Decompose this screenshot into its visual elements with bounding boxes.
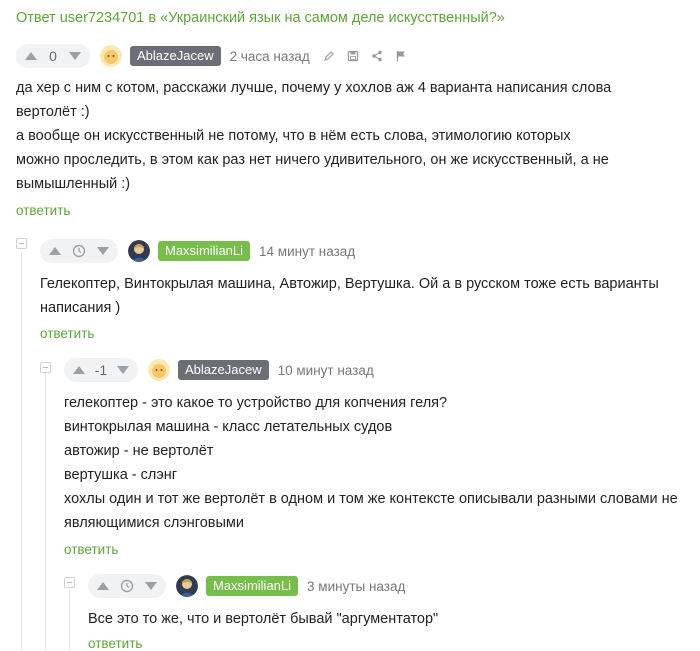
comment-time[interactable]: 2 часа назад <box>230 49 310 64</box>
comment-body: да хер с ним с котом, расскажи лучше, по… <box>16 76 686 196</box>
header-prefix: Ответ user7234701 в <box>16 10 161 26</box>
edit-icon[interactable] <box>322 49 336 63</box>
upvote-icon[interactable] <box>70 361 88 379</box>
collapse-button[interactable] <box>16 238 27 249</box>
report-flag-icon[interactable] <box>394 49 408 63</box>
avatar[interactable] <box>100 45 122 67</box>
downvote-icon[interactable] <box>114 361 132 379</box>
comment-meta: MaxsimilianLi 3 минуты назад <box>88 574 405 598</box>
save-icon[interactable] <box>346 49 360 63</box>
upvote-icon[interactable] <box>46 242 64 260</box>
comment-line: Гелекоптер, Винтокрылая машина, Автожир,… <box>40 276 659 292</box>
comment-thread-header: Ответ user7234701 в «Украинский язык на … <box>16 10 505 26</box>
comment-line: являющимися слэнговыми <box>64 515 244 531</box>
share-icon[interactable] <box>370 49 384 63</box>
vote-box: 0 <box>16 44 90 68</box>
post-title-link[interactable]: «Украинский язык на самом деле искусстве… <box>160 10 505 26</box>
comment-time[interactable]: 14 минут назад <box>259 244 355 259</box>
comment-line: Все это то же, что и вертолёт бывай "арг… <box>88 611 439 627</box>
avatar[interactable] <box>176 575 198 597</box>
vote-count: 0 <box>49 48 57 64</box>
comment-time[interactable]: 3 минуты назад <box>307 579 405 594</box>
vote-box: -1 <box>64 358 138 382</box>
thread-line <box>45 372 46 650</box>
comment-line: да хер с ним с котом, расскажи лучше, по… <box>16 80 612 96</box>
reply-link[interactable]: ответить <box>64 542 118 557</box>
downvote-icon[interactable] <box>66 47 84 65</box>
comment-body: Гелекоптер, Винтокрылая машина, Автожир,… <box>40 272 690 320</box>
author-nickname[interactable]: MaxsimilianLi <box>158 241 251 261</box>
comment-line: можно проследить, в этом как раз нет нич… <box>16 152 609 168</box>
downvote-icon[interactable] <box>142 577 160 595</box>
reply-link[interactable]: ответить <box>16 203 70 218</box>
collapse-button[interactable] <box>64 577 75 588</box>
author-nickname[interactable]: AblazeJacew <box>130 46 221 66</box>
author-nickname[interactable]: MaxsimilianLi <box>206 576 299 596</box>
comment-line: гелекоптер - это какое то устройство для… <box>64 395 448 411</box>
upvote-icon[interactable] <box>94 577 112 595</box>
comment-line: автожир - не вертолёт <box>64 443 214 459</box>
clock-icon <box>118 577 136 595</box>
downvote-icon[interactable] <box>94 242 112 260</box>
upvote-icon[interactable] <box>22 47 40 65</box>
clock-icon <box>70 242 88 260</box>
comment-line: вертолёт :) <box>16 104 90 120</box>
reply-link[interactable]: ответить <box>88 636 142 651</box>
comment-line: а вообще он искусственный не потому, что… <box>16 128 571 144</box>
comment-time[interactable]: 10 минут назад <box>278 363 374 378</box>
vote-count: -1 <box>94 362 108 378</box>
collapse-button[interactable] <box>40 362 51 373</box>
comment-line: вымышленный :) <box>16 176 131 192</box>
reply-link[interactable]: ответить <box>40 326 94 341</box>
comment-meta: -1 AblazeJacew 10 минут назад <box>64 358 374 382</box>
thread-line <box>21 252 22 650</box>
vote-box <box>88 574 166 598</box>
avatar[interactable] <box>128 240 150 262</box>
thread-line <box>69 590 70 650</box>
vote-box <box>40 239 118 263</box>
comment-line: винтокрылая машина - класс летательных с… <box>64 419 393 435</box>
avatar[interactable] <box>148 359 170 381</box>
comment-meta: MaxsimilianLi 14 минут назад <box>40 239 355 263</box>
author-nickname[interactable]: AblazeJacew <box>178 360 269 380</box>
comment-meta: 0 AblazeJacew 2 часа назад <box>16 44 408 68</box>
comment-line: хохлы один и тот же вертолёт в одном и т… <box>64 491 678 507</box>
comment-body: гелекоптер - это какое то устройство для… <box>64 391 690 535</box>
comment-body: Все это то же, что и вертолёт бывай "арг… <box>88 607 688 631</box>
comment-line: вертушка - слэнг <box>64 467 178 483</box>
comment-line: написания ) <box>40 300 121 316</box>
